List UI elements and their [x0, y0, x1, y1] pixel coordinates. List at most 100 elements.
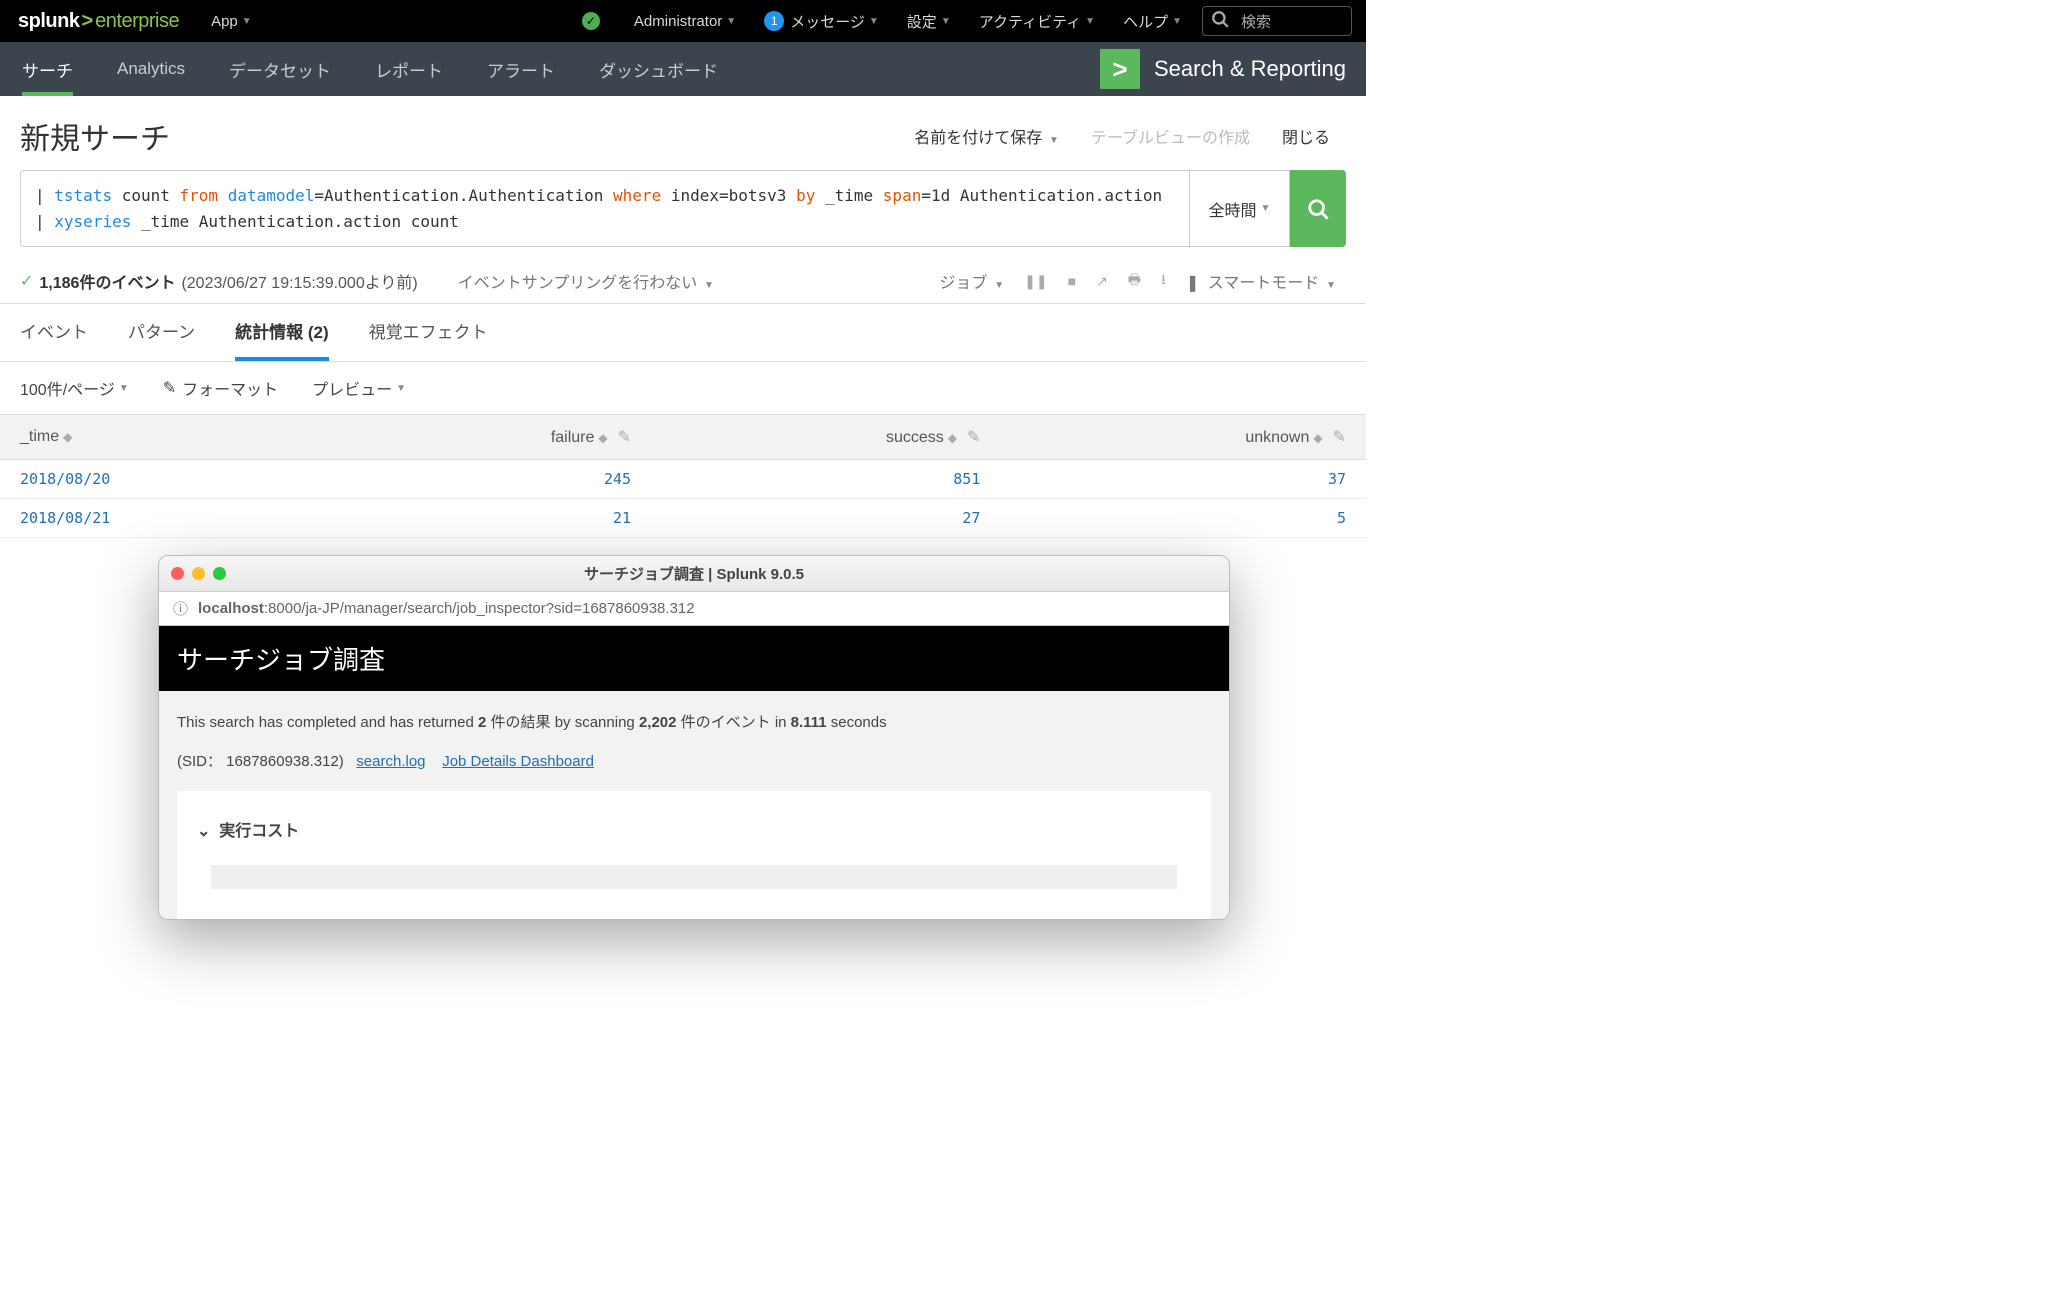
sort-icon: ◆	[63, 430, 72, 444]
cost-bar-placeholder	[211, 865, 1177, 889]
pencil-icon[interactable]: ✎	[618, 429, 631, 446]
export-icon[interactable]: ⭳	[1151, 269, 1176, 293]
caret-down-icon: ▼	[726, 16, 736, 27]
close-button[interactable]: 閉じる	[1266, 124, 1346, 148]
summary-value: 8.111	[791, 714, 827, 731]
run-search-button[interactable]	[1290, 170, 1346, 247]
tab-visualization[interactable]: 視覚エフェクト	[369, 304, 488, 361]
event-count: 1,186件のイベント	[39, 269, 175, 293]
job-label: ジョブ	[939, 275, 987, 292]
app-navbar: サーチ Analytics データセット レポート アラート ダッシュボード >…	[0, 42, 1366, 96]
global-topbar: splunk > enterprise App▼ ✓ Administrator…	[0, 0, 1366, 42]
spl-token: =Authentication.Authentication	[314, 186, 603, 205]
table-controls: 100件/ページ ▼ ✎ フォーマット プレビュー ▼	[0, 362, 1366, 414]
format-menu[interactable]: ✎ フォーマット	[163, 376, 278, 400]
table-row[interactable]: 2018/08/21 21 27 5	[0, 499, 1366, 538]
cell-value: 27	[651, 499, 1000, 538]
brand-text-1: splunk	[18, 10, 79, 33]
execution-cost-panel: ⌄ 実行コスト	[177, 791, 1211, 919]
time-range-picker[interactable]: 全時間 ▼	[1190, 170, 1290, 247]
spl-pipe: |	[35, 186, 45, 205]
per-page-label: 100件/ページ	[20, 376, 115, 400]
brand-logo[interactable]: splunk > enterprise	[0, 10, 197, 33]
nav-tab-label: サーチ	[22, 57, 73, 82]
help-menu[interactable]: ヘルプ▼	[1109, 11, 1196, 32]
cell-time: 2018/08/21	[0, 499, 339, 538]
app-menu-label: App	[211, 13, 238, 30]
col-header-success[interactable]: success◆✎	[651, 415, 1000, 460]
app-title: Search & Reporting	[1154, 56, 1346, 82]
summary-value: 2	[478, 714, 486, 731]
nav-tab-search[interactable]: サーチ	[0, 42, 95, 96]
window-titlebar[interactable]: サーチジョブ調査 | Splunk 9.0.5	[159, 556, 1229, 592]
spl-keyword: by	[796, 186, 815, 205]
nav-tab-reports[interactable]: レポート	[353, 42, 465, 96]
col-header-unknown[interactable]: unknown◆✎	[1000, 415, 1366, 460]
search-mode-menu[interactable]: ❚ スマートモード ▼	[1176, 269, 1346, 293]
nav-tab-label: レポート	[375, 57, 443, 82]
nav-tab-datasets[interactable]: データセット	[207, 42, 353, 96]
brand-chevron-icon: >	[79, 10, 95, 33]
save-as-label: 名前を付けて保存	[914, 130, 1042, 147]
col-header-failure[interactable]: failure◆✎	[339, 415, 651, 460]
window-close-icon[interactable]	[171, 567, 184, 580]
preview-label: プレビュー	[312, 376, 392, 400]
col-header-time[interactable]: _time◆	[0, 415, 339, 460]
pencil-icon[interactable]: ✎	[967, 429, 980, 446]
caret-down-icon: ▼	[396, 383, 406, 394]
nav-tab-dashboards[interactable]: ダッシュボード	[577, 42, 740, 96]
pause-icon[interactable]: ❚❚	[1014, 273, 1057, 290]
window-minimize-icon[interactable]	[192, 567, 205, 580]
url-bar[interactable]: ⓘ localhost:8000/ja-JP/manager/search/jo…	[159, 592, 1229, 626]
nav-tab-analytics[interactable]: Analytics	[95, 42, 207, 96]
share-icon[interactable]: ↗	[1086, 273, 1118, 290]
administrator-menu[interactable]: Administrator▼	[620, 13, 750, 30]
check-icon: ✓	[20, 271, 33, 291]
event-sampling-menu[interactable]: イベントサンプリングを行わない ▼	[448, 269, 724, 293]
tab-patterns[interactable]: パターン	[128, 304, 195, 361]
time-range-label: 全時間	[1209, 197, 1257, 221]
pencil-icon: ✎	[163, 378, 176, 398]
execution-cost-expander[interactable]: ⌄ 実行コスト	[197, 817, 1191, 841]
messages-menu[interactable]: 1 メッセージ▼	[750, 11, 893, 32]
print-icon[interactable]: 🖶	[1118, 269, 1151, 293]
save-as-button[interactable]: 名前を付けて保存 ▼	[898, 124, 1075, 148]
search-status-bar: ✓ 1,186件のイベント (2023/06/27 19:15:39.000より…	[0, 261, 1366, 304]
page-header: 新規サーチ 名前を付けて保存 ▼ テーブルビューの作成 閉じる	[0, 96, 1366, 170]
window-zoom-icon[interactable]	[213, 567, 226, 580]
activity-menu[interactable]: アクティビティ▼	[965, 11, 1109, 32]
app-menu[interactable]: App▼	[197, 13, 266, 30]
tab-label: 統計情報 (2)	[235, 323, 329, 342]
table-row[interactable]: 2018/08/20 245 851 37	[0, 460, 1366, 499]
spl-input[interactable]: | tstats count from datamodel=Authentica…	[20, 170, 1190, 247]
col-label: failure	[551, 429, 595, 446]
global-search-input[interactable]: 検索	[1202, 6, 1352, 36]
bulb-icon: ❚	[1186, 275, 1199, 292]
tab-events[interactable]: イベント	[20, 304, 88, 361]
spl-token: _time Authentication.action count	[141, 212, 459, 231]
settings-menu[interactable]: 設定▼	[893, 11, 965, 32]
brand-text-2: enterprise	[95, 10, 179, 33]
create-table-view-button: テーブルビューの作成	[1075, 124, 1266, 148]
preview-menu[interactable]: プレビュー ▼	[312, 376, 406, 400]
caret-down-icon: ▼	[119, 383, 129, 394]
stop-icon[interactable]: ■	[1058, 273, 1086, 289]
chevron-down-icon: ⌄	[197, 823, 210, 840]
sort-icon: ◆	[948, 431, 957, 445]
section-title: サーチジョブ調査	[159, 626, 1229, 691]
search-icon	[1211, 10, 1235, 32]
spl-cmd: tstats	[54, 186, 112, 205]
url-path: :8000/ja-JP/manager/search/job_inspector…	[264, 600, 695, 617]
spl-token: =1d Authentication.action	[921, 186, 1162, 205]
tab-statistics[interactable]: 統計情報 (2)	[235, 304, 329, 361]
caret-down-icon: ▼	[1323, 280, 1336, 291]
search-placeholder: 検索	[1241, 11, 1271, 32]
job-details-link[interactable]: Job Details Dashboard	[442, 753, 594, 770]
mode-label: スマートモード	[1208, 275, 1320, 292]
status-indicator[interactable]: ✓	[568, 12, 620, 30]
pencil-icon[interactable]: ✎	[1333, 429, 1346, 446]
search-log-link[interactable]: search.log	[356, 753, 425, 770]
job-menu[interactable]: ジョブ ▼	[929, 269, 1014, 293]
per-page-menu[interactable]: 100件/ページ ▼	[20, 376, 129, 400]
nav-tab-alerts[interactable]: アラート	[465, 42, 577, 96]
